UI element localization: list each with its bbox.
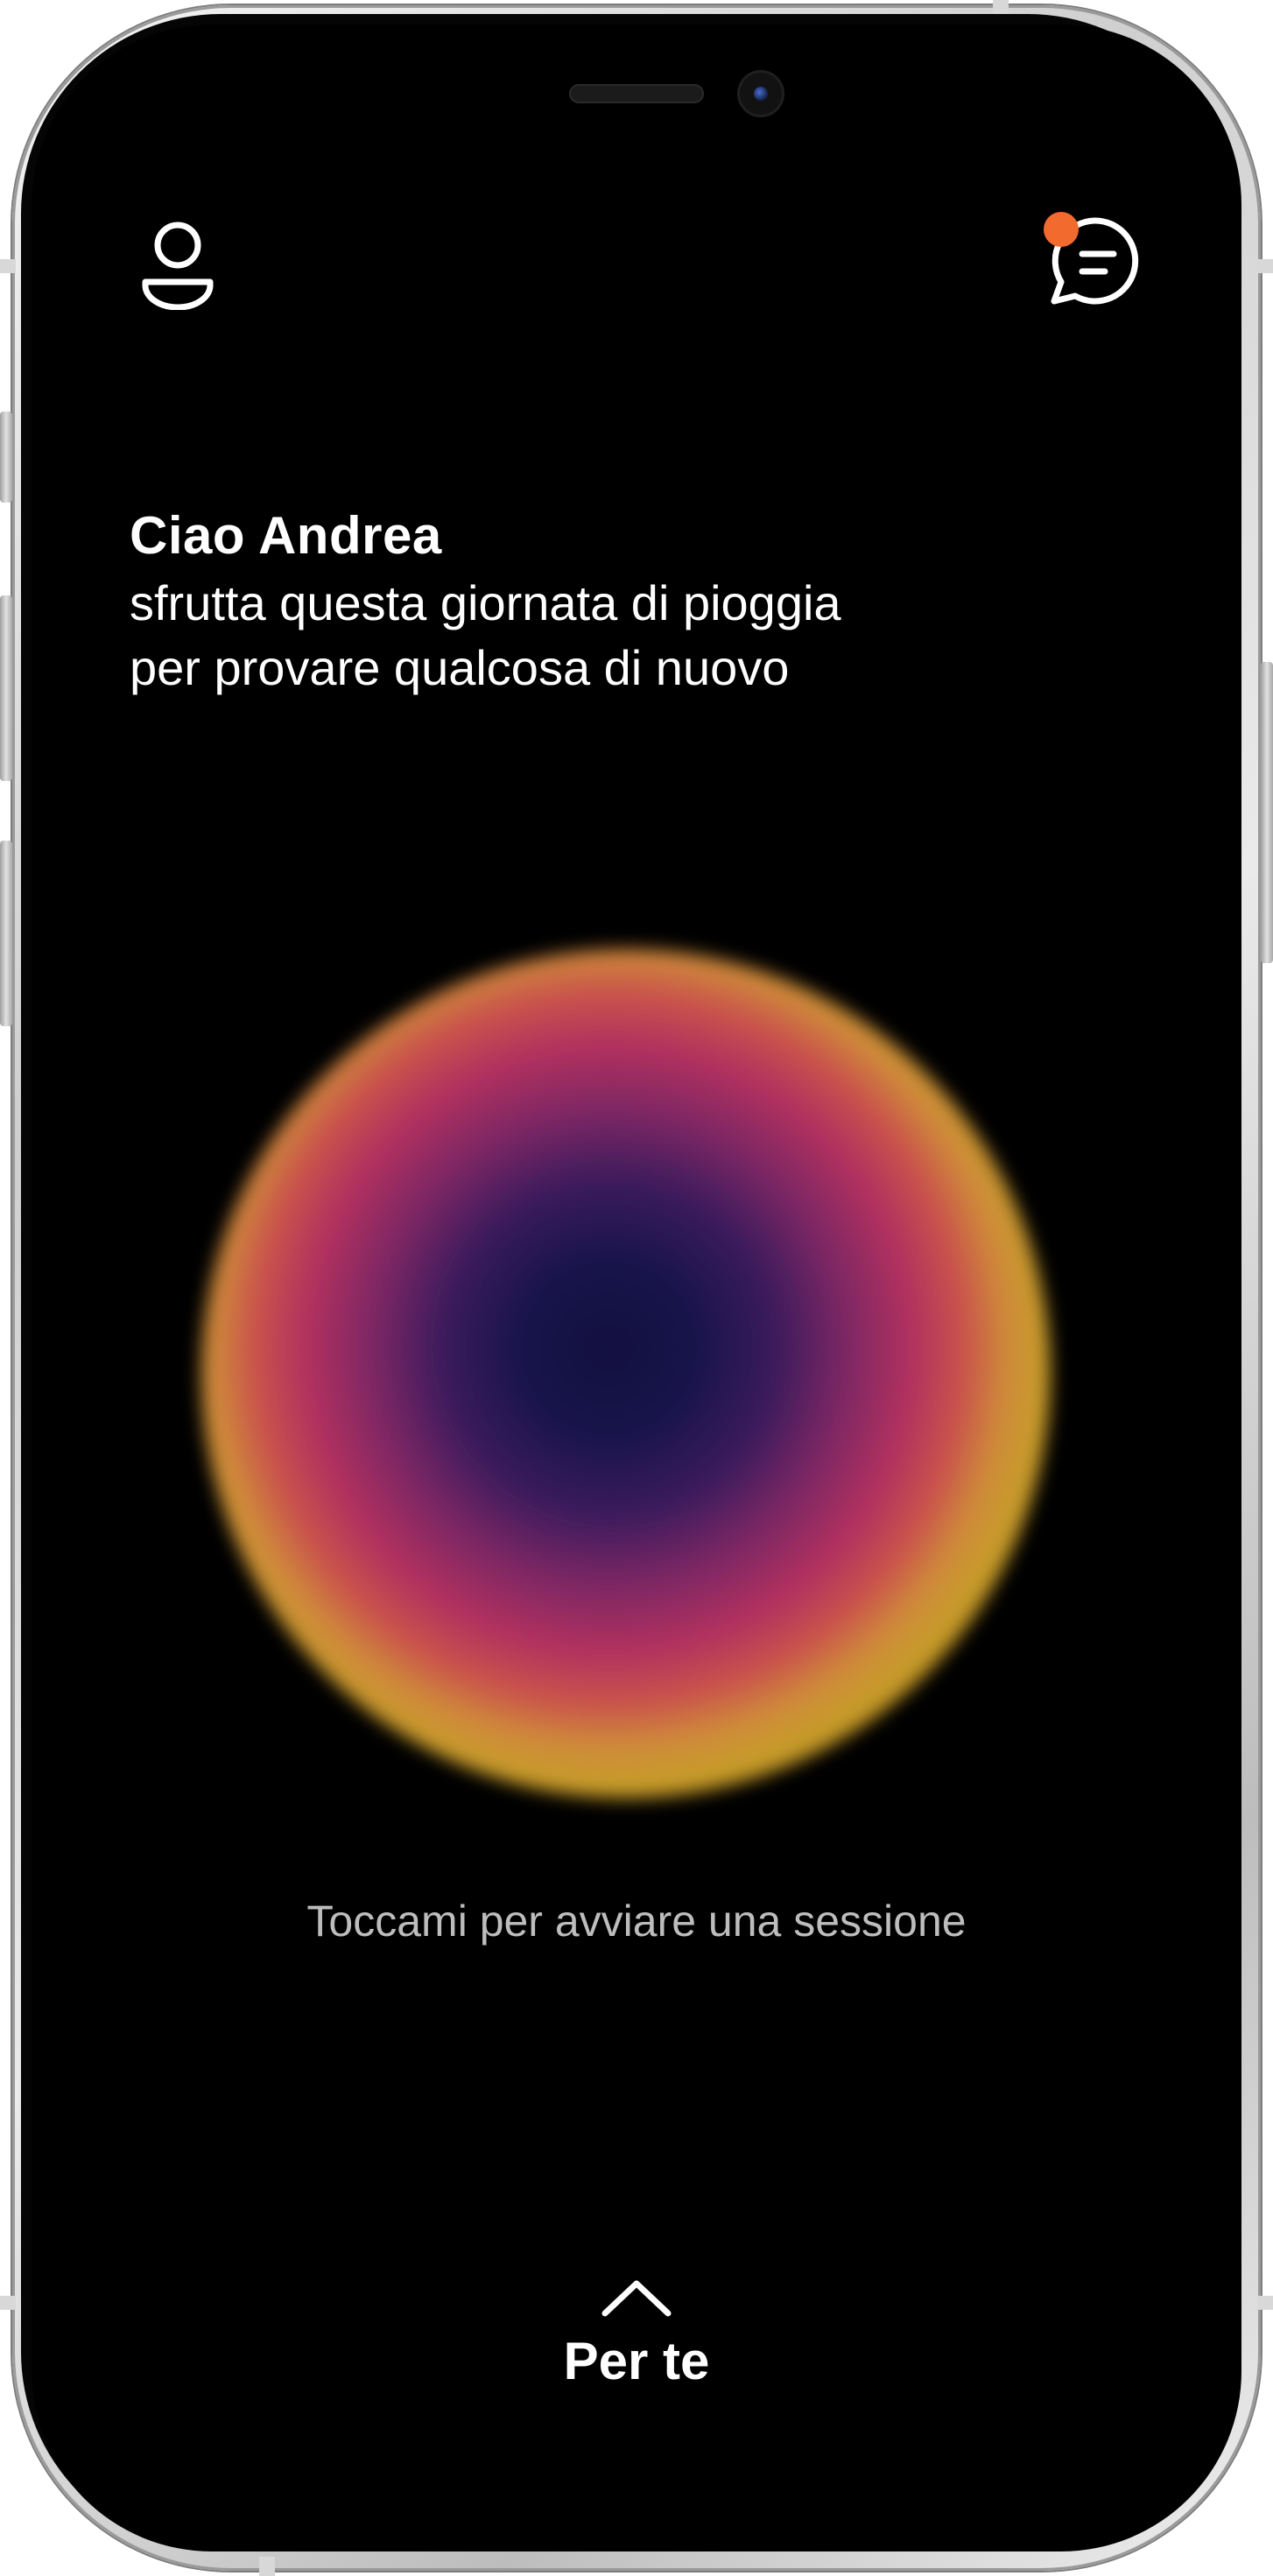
greeting-title: Ciao Andrea [130,506,442,565]
antenna-band [259,2557,275,2576]
notification-dot [1044,212,1079,247]
silent-switch [0,412,12,503]
greeting-subtitle-line-2: per provare qualcosa di nuovo [130,640,790,695]
user-icon [142,222,214,311]
greeting-block: Ciao Andrea sfrutta questa giornata di p… [130,501,841,700]
greeting-subtitle-line-1: sfrutta questa giornata di pioggia [130,575,841,630]
earpiece-speaker [569,84,704,103]
for-you-tab[interactable]: Per te [0,2277,1273,2395]
volume-down-button [0,841,12,1026]
chevron-up-icon [601,2280,672,2317]
for-you-label: Per te [563,2332,710,2390]
antenna-band [0,259,16,273]
start-session-hint: Toccami per avviare una sessione [306,1897,967,1946]
front-camera [737,70,784,117]
messages-button[interactable] [1042,210,1147,308]
volume-up-button [0,595,12,781]
profile-button[interactable] [138,217,217,311]
orb-inner-ring [431,1159,800,1529]
session-orb-button[interactable] [201,949,1051,1798]
power-button [1261,662,1273,963]
antenna-band [1257,259,1273,273]
